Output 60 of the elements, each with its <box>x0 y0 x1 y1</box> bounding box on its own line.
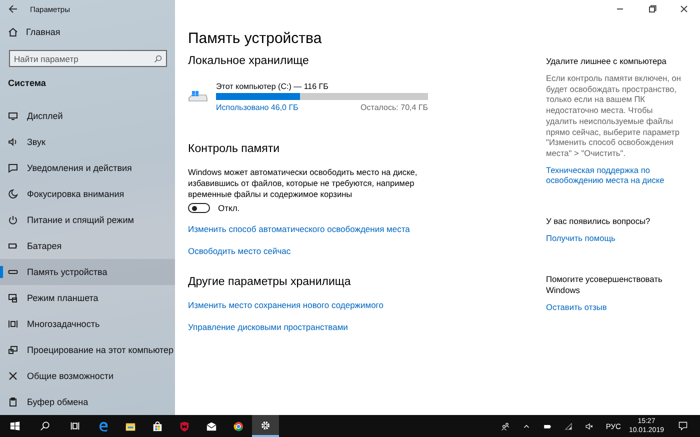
mail-icon <box>206 420 217 432</box>
help-link[interactable]: Получить помощь <box>546 233 616 244</box>
aside-heading: У вас появились вопросы? <box>546 216 650 228</box>
sidebar-item[interactable]: Проецирование на этот компьютер <box>0 337 175 363</box>
section-heading: Другие параметры хранилища <box>188 276 351 288</box>
remaining-space-text: Осталось: 70,4 ГБ <box>360 103 428 112</box>
help-link[interactable]: Оставить отзыв <box>546 302 607 312</box>
sidebar-item[interactable]: Буфер обмена <box>0 389 175 415</box>
tablet-icon <box>8 293 18 303</box>
help-link[interactable]: Техническая поддержка по освобождению места на диске <box>546 164 684 186</box>
battery-icon <box>8 241 18 251</box>
aside-heading: Помогите усовершенствовать Windows <box>546 274 664 296</box>
aside-text: Если контроль памяти включен, он будет освобождать пространство, только если на вашем ПК недостаточно места. Чтобы удалить неиспользуемые файлы прямо сейчас, выберите параметр "Изменить способ освобождения места" > "Очистить". <box>546 73 682 159</box>
toggle-switch[interactable] <box>188 203 210 213</box>
monitor-icon <box>8 111 18 121</box>
share-icon <box>8 371 18 381</box>
search-field[interactable]: Найти параметр <box>9 50 167 67</box>
drive-icon <box>188 90 208 104</box>
chrome-browser-icon <box>233 420 244 432</box>
drive-icon <box>8 267 18 277</box>
settings-link[interactable]: Освободить место сейчас <box>188 246 291 256</box>
sidebar-item[interactable]: Батарея <box>0 233 175 259</box>
gear-icon <box>260 420 271 430</box>
sidebar-item[interactable]: Фокусировка внимания <box>0 181 175 207</box>
drive-name: Этот компьютер (C:) — 116 ГБ <box>216 82 330 91</box>
section-heading: Локальное хранилище <box>188 55 309 67</box>
description-text: Windows может автоматически освободить место на диске, избавившись от файлов, которые не требуются, например временные файлы и содержимое корзины <box>188 167 418 200</box>
edge-browser-icon <box>98 420 109 432</box>
folder-icon <box>125 420 136 432</box>
sidebar-item[interactable]: Режим планшета <box>0 285 175 311</box>
settings-link[interactable]: Изменить способ автоматического освобождения места <box>188 224 410 234</box>
section-heading: Система <box>8 78 47 90</box>
used-space-link[interactable]: Использовано 46,0 ГБ <box>216 103 298 112</box>
search-icon <box>154 54 162 62</box>
settings-link[interactable]: Управление дисковыми пространствами <box>188 322 348 332</box>
power-icon <box>8 215 18 225</box>
clipboard-icon <box>8 397 18 407</box>
moon-icon <box>8 189 18 199</box>
page-title: Память устройства <box>188 30 322 47</box>
store-bag-icon <box>152 420 163 432</box>
projector-icon <box>8 345 18 355</box>
section-heading: Контроль памяти <box>188 143 280 155</box>
sidebar-item[interactable]: Звук <box>0 129 175 155</box>
shield-icon <box>179 420 190 432</box>
sidebar-item[interactable]: Питание и спящий режим <box>0 207 175 233</box>
aside-heading: Удалите лишнее с компьютера <box>546 56 666 67</box>
sidebar-item[interactable]: Общие возможности <box>0 363 175 389</box>
toggle-label: Откл. <box>218 203 240 213</box>
speaker-icon <box>8 137 18 147</box>
sidebar-item[interactable]: Память устройства <box>0 259 175 285</box>
sidebar-item[interactable]: Многозадачность <box>0 311 175 337</box>
sidebar-item[interactable]: Дисплей <box>0 103 175 129</box>
notification-icon <box>8 163 18 173</box>
multitask-icon <box>8 319 18 329</box>
taskbar-app[interactable] <box>252 415 279 437</box>
sidebar-item[interactable]: Уведомления и действия <box>0 155 175 181</box>
home-link[interactable]: Главная <box>0 20 175 44</box>
home-icon <box>8 27 18 37</box>
settings-link[interactable]: Изменить место сохранения нового содержимого <box>188 300 384 310</box>
back-icon[interactable] <box>8 4 18 14</box>
